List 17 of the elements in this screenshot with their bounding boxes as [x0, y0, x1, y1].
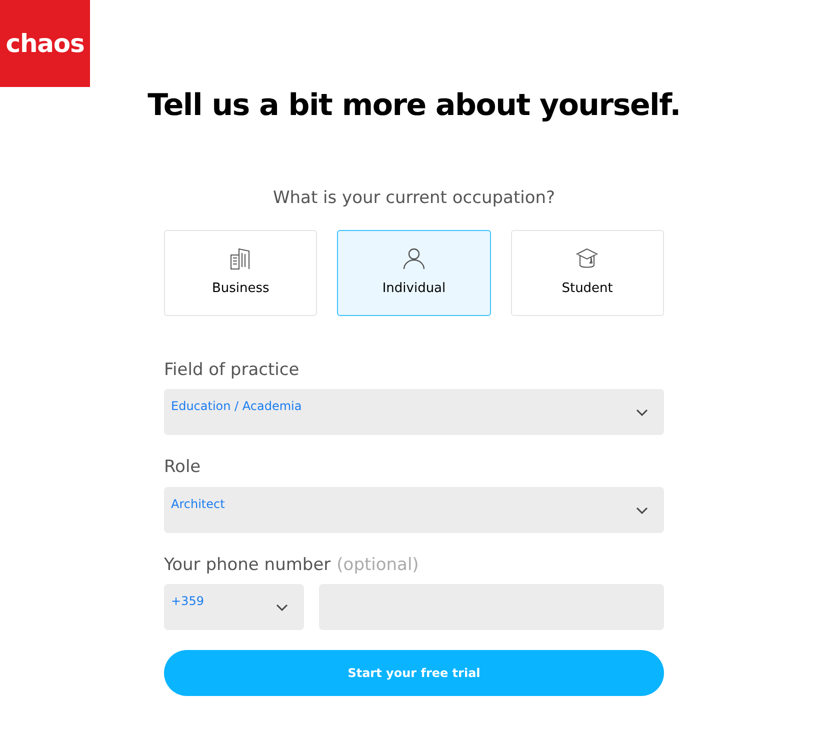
country-code-select[interactable]: +359 [164, 584, 304, 630]
optional-note: (optional) [336, 554, 419, 576]
role-select[interactable]: Architect [164, 486, 664, 532]
page-heading: Tell us a bit more about yourself. [148, 87, 680, 125]
occupation-option[interactable]: Student [510, 230, 664, 316]
occupation-option[interactable]: Individual [337, 230, 491, 316]
role-label: Role [164, 456, 202, 479]
occupation-question: What is your current occupation? [272, 187, 556, 210]
field-label: Field of practice [164, 358, 300, 382]
chevron-down-icon [636, 409, 648, 416]
occupation-option[interactable]: Business [164, 230, 318, 316]
chevron-down-icon [276, 604, 288, 611]
person-icon [402, 246, 426, 271]
chevron-down-icon [636, 506, 648, 514]
logo[interactable]: chaos [0, 0, 90, 87]
phone-label: Your phone number [164, 554, 331, 576]
field-of-practice-select[interactable]: Education / Academia [164, 389, 664, 435]
